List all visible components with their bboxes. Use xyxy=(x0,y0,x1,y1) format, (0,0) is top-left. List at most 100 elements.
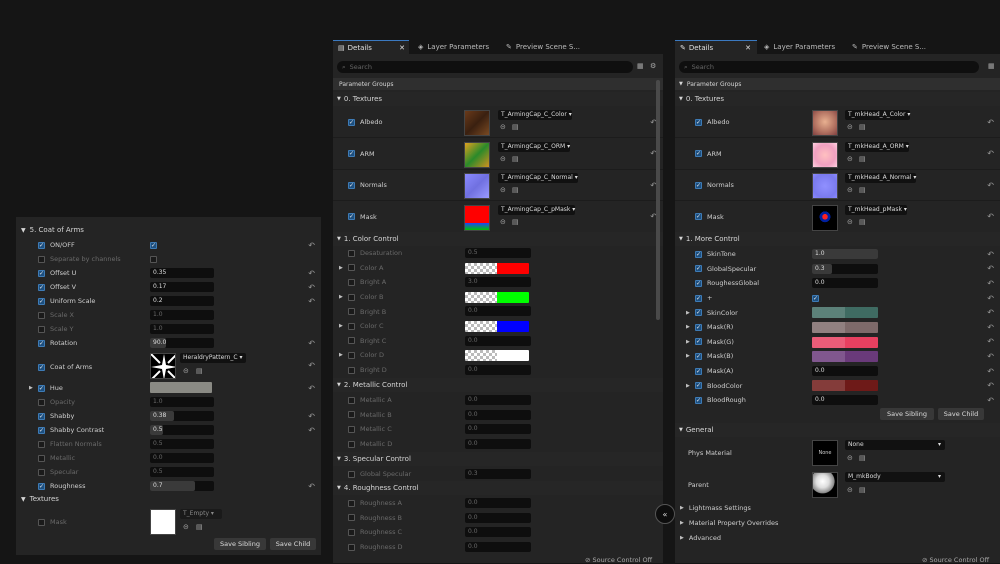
plus-toggle[interactable] xyxy=(812,294,819,302)
value-field[interactable]: 0.0 xyxy=(465,541,531,552)
value-field[interactable]: 0.0 xyxy=(465,335,531,346)
value-field[interactable]: 0.0 xyxy=(465,512,531,523)
mask-g-checkbox[interactable] xyxy=(695,338,702,346)
value-field[interactable]: 90.0 xyxy=(150,338,214,348)
coat-of-arms-checkbox[interactable] xyxy=(38,363,45,371)
value-field[interactable]: 0.3 xyxy=(465,469,531,479)
mask-thumbnail[interactable] xyxy=(150,509,176,535)
expand-arrow-icon[interactable]: ▶ xyxy=(339,323,343,329)
albedo-texture-thumbnail[interactable] xyxy=(464,110,490,136)
normals-texture-dropdown[interactable]: T_mkHead_A_Normal ▾ xyxy=(845,173,917,183)
albedo-texture-thumbnail[interactable] xyxy=(812,110,838,136)
collapsed-section-lightmass-settings[interactable]: ▶ Lightmass Settings xyxy=(675,501,1000,515)
expand-arrow-icon[interactable]: ▶ xyxy=(339,294,343,300)
hue-color-swatch[interactable] xyxy=(150,382,212,393)
reset-icon[interactable]: ↶ xyxy=(987,212,994,221)
value-field[interactable]: 0.0 xyxy=(812,395,878,405)
reset-icon[interactable]: ↶ xyxy=(308,412,315,421)
roughness-d-checkbox[interactable] xyxy=(348,543,355,551)
arm-texture-thumbnail[interactable] xyxy=(812,141,838,168)
use-selected-icon[interactable]: ▤ xyxy=(859,186,866,194)
table-view-icon[interactable]: ▦ xyxy=(988,62,995,70)
metallic-checkbox[interactable] xyxy=(38,454,45,462)
value-field[interactable]: 0.17 xyxy=(150,282,214,292)
normals-checkbox[interactable] xyxy=(348,181,355,189)
value-field[interactable]: 0.5 xyxy=(465,248,531,258)
use-selected-icon[interactable]: ▤ xyxy=(859,218,866,226)
skintone-checkbox[interactable] xyxy=(695,250,702,258)
tab-layer-parameters[interactable]: ◈ Layer Parameters xyxy=(759,40,843,54)
reset-icon[interactable]: ↶ xyxy=(308,283,315,292)
mask-texture-dropdown[interactable]: T_Empty ▾ xyxy=(180,509,222,519)
bloodcolor-color-swatch[interactable] xyxy=(812,380,878,392)
metallic-d-checkbox[interactable] xyxy=(348,440,355,448)
use-selected-icon[interactable]: ▤ xyxy=(512,186,519,194)
browse-icon[interactable]: ⊝ xyxy=(183,367,189,375)
mask-checkbox[interactable] xyxy=(38,518,45,526)
coat-of-arms-section[interactable]: ▼ 5. Coat of Arms xyxy=(16,223,321,237)
reset-icon[interactable]: ↶ xyxy=(987,118,994,127)
roughness-a-checkbox[interactable] xyxy=(348,499,355,507)
mask-texture-dropdown[interactable]: T_ArmingCap_C_pMask ▾ xyxy=(498,204,576,215)
collapsed-section-advanced[interactable]: ▶ Advanced xyxy=(675,531,1000,545)
normals-texture-thumbnail[interactable] xyxy=(464,173,490,199)
value-field[interactable]: 1.0 xyxy=(812,249,878,259)
color-b-color-swatch[interactable] xyxy=(465,291,529,303)
reset-icon[interactable]: ↶ xyxy=(308,297,315,306)
color-d-checkbox[interactable] xyxy=(348,351,355,359)
reset-icon[interactable]: ↶ xyxy=(987,181,994,190)
flatten-normals-checkbox[interactable] xyxy=(38,440,45,448)
coat-of-arms-texture-dropdown[interactable]: HeraldryPattern_C ▾ xyxy=(180,353,246,363)
value-field[interactable]: 0.38 xyxy=(150,411,214,421)
mask-checkbox[interactable] xyxy=(348,213,355,220)
reset-icon[interactable]: ↶ xyxy=(308,241,315,250)
browse-icon[interactable]: ⊝ xyxy=(847,186,853,194)
reset-icon[interactable]: ↶ xyxy=(308,426,315,435)
value-field[interactable]: 0.2 xyxy=(150,296,214,306)
textures-section[interactable]: ▼ 0. Textures xyxy=(333,92,663,106)
use-selected-icon[interactable]: ▤ xyxy=(196,367,203,375)
color-d-color-swatch[interactable] xyxy=(465,350,529,362)
value-field[interactable]: 0.5 xyxy=(150,467,214,477)
browse-icon[interactable]: ⊝ xyxy=(847,155,853,163)
value-field[interactable]: 0.5 xyxy=(150,439,214,449)
value-field[interactable]: 3.0 xyxy=(465,277,531,288)
color-b-checkbox[interactable] xyxy=(348,293,355,301)
use-selected-icon[interactable]: ▤ xyxy=(196,523,203,531)
reset-icon[interactable]: ↶ xyxy=(308,269,315,278)
save-child-button[interactable]: Save Child xyxy=(938,408,984,420)
use-selected-icon[interactable]: ▤ xyxy=(512,155,519,163)
browse-icon[interactable]: ⊝ xyxy=(183,523,189,531)
reset-icon[interactable]: ↶ xyxy=(987,396,994,405)
bright-d-checkbox[interactable] xyxy=(348,366,355,374)
mask-a-checkbox[interactable] xyxy=(695,367,702,375)
normals-texture-thumbnail[interactable] xyxy=(812,173,838,199)
textures-section[interactable]: ▼ 0. Textures xyxy=(675,92,1000,106)
reset-icon[interactable]: ↶ xyxy=(308,384,315,393)
normals-checkbox[interactable] xyxy=(695,181,702,189)
roughness-b-checkbox[interactable] xyxy=(348,514,355,522)
on-off-toggle[interactable] xyxy=(150,241,157,249)
specular-checkbox[interactable] xyxy=(38,468,45,476)
phys-material-dropdown[interactable]: None ▾ xyxy=(845,440,945,450)
parent-material-thumbnail[interactable] xyxy=(812,472,838,498)
albedo-texture-dropdown[interactable]: T_ArmingCap_C_Color ▾ xyxy=(498,110,572,120)
shabby-checkbox[interactable] xyxy=(38,412,45,420)
save-sibling-button[interactable]: Save Sibling xyxy=(214,538,266,550)
tab-preview-scene[interactable]: ✎ Preview Scene S... xyxy=(847,40,937,54)
value-field[interactable]: 1.0 xyxy=(150,397,214,407)
value-field[interactable]: 0.0 xyxy=(465,409,531,420)
expand-arrow-icon[interactable]: ▶ xyxy=(686,383,690,389)
value-field[interactable]: 0.0 xyxy=(465,527,531,538)
reset-icon[interactable]: ↶ xyxy=(308,361,315,370)
arm-texture-dropdown[interactable]: T_ArmingCap_C_ORM ▾ xyxy=(498,141,571,152)
expand-arrow-icon[interactable]: ▶ xyxy=(339,352,343,358)
use-selected-icon[interactable]: ▤ xyxy=(859,486,866,494)
arm-checkbox[interactable] xyxy=(695,150,702,157)
parent-dropdown[interactable]: M_mkBody ▾ xyxy=(845,472,945,482)
value-field[interactable]: 0.0 xyxy=(465,438,531,449)
bright-a-checkbox[interactable] xyxy=(348,278,355,286)
mask-b-color-swatch[interactable] xyxy=(812,351,878,363)
reset-icon[interactable]: ↶ xyxy=(987,294,994,303)
skincolor-color-swatch[interactable] xyxy=(812,307,878,319)
